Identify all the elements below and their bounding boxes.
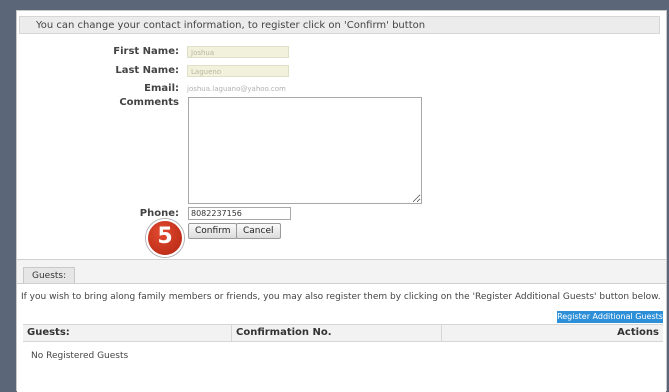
guests-table-header: Guests: Confirmation No. Actions xyxy=(23,324,663,342)
comments-textarea[interactable] xyxy=(188,97,422,204)
step-number-badge: 5 xyxy=(146,219,184,257)
email-label: Email: xyxy=(144,83,179,94)
empty-guests-message: No Registered Guests xyxy=(31,351,129,361)
column-header-confirmation-no: Confirmation No. xyxy=(231,325,441,341)
first-name-label: First Name: xyxy=(113,46,179,57)
phone-input[interactable] xyxy=(188,207,291,220)
tab-guests[interactable]: Guests: xyxy=(23,267,76,283)
guests-section: Guests: If you wish to bring along famil… xyxy=(17,259,666,392)
email-value: joshua.laguano@yahoo.com xyxy=(187,85,286,93)
register-additional-guests-button[interactable]: Register Additional Guests xyxy=(557,311,663,323)
confirm-button[interactable]: Confirm xyxy=(188,223,238,239)
last-name-label: Last Name: xyxy=(115,65,179,76)
column-header-guests: Guests: xyxy=(27,327,70,338)
last-name-field: Lagueno xyxy=(187,65,289,77)
registration-panel: You can change your contact information,… xyxy=(16,10,667,392)
column-header-actions: Actions xyxy=(441,325,663,341)
guests-tab-body: If you wish to bring along family member… xyxy=(17,283,666,392)
cancel-button[interactable]: Cancel xyxy=(236,223,281,239)
info-notice: You can change your contact information,… xyxy=(19,16,660,34)
comments-label: Comments xyxy=(119,97,179,108)
contact-form-section: You can change your contact information,… xyxy=(17,11,666,259)
guests-hint-text: If you wish to bring along family member… xyxy=(21,292,661,302)
first-name-field: Joshua xyxy=(187,46,289,58)
phone-label: Phone: xyxy=(139,208,179,219)
